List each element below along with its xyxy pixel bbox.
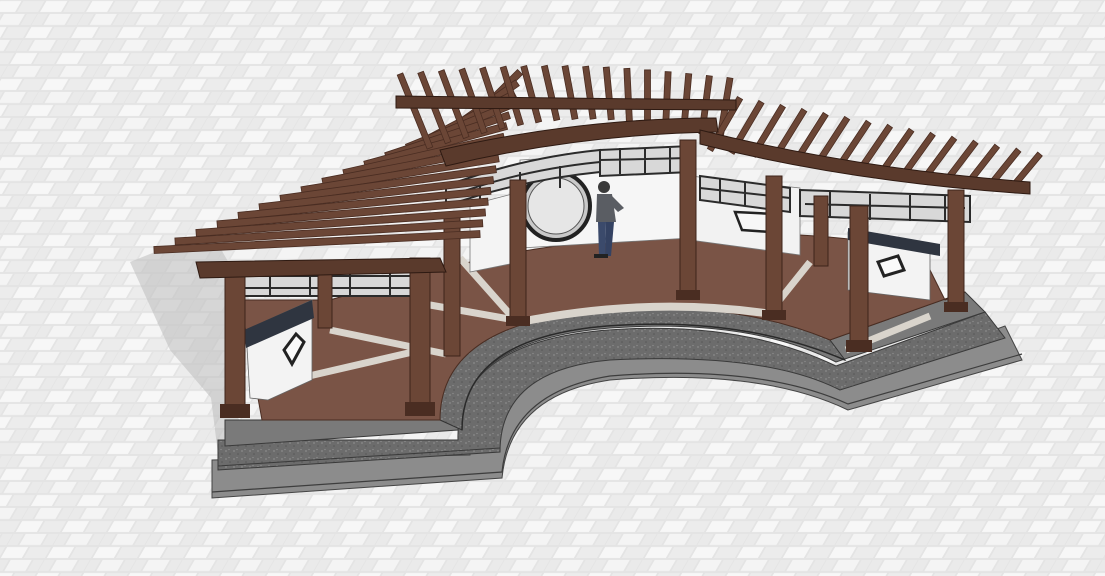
column-1	[220, 267, 250, 418]
pergola-scene	[0, 0, 1105, 576]
column-2	[405, 257, 435, 416]
column-3	[317, 269, 333, 329]
column-5	[506, 179, 530, 326]
rafter-center-13	[644, 69, 651, 124]
column-7	[762, 175, 786, 320]
column-10	[944, 189, 968, 312]
column-6	[676, 139, 700, 300]
column-8	[813, 195, 829, 267]
column-9	[846, 205, 872, 352]
